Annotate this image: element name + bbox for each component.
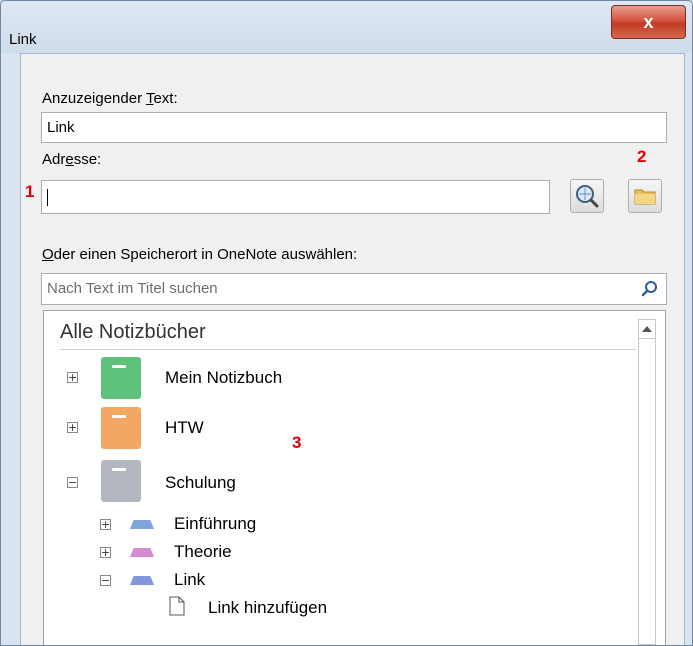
tree-item-label: Mein Notizbuch	[165, 368, 283, 387]
annotation-marker-2: 2	[637, 147, 647, 166]
collapse-icon[interactable]: −	[67, 477, 78, 488]
link-dialog: Link x Anzuzeigender Text: Link Adresse:…	[0, 0, 693, 646]
display-text-label: Anzuzeigender Text:	[42, 90, 178, 107]
notebook-icon	[101, 407, 144, 449]
section-tab-icon	[130, 576, 154, 585]
title-search-input[interactable]: Nach Text im Titel suchen	[41, 273, 667, 305]
notebook-icon	[101, 460, 144, 502]
annotation-marker-1: 1	[25, 182, 35, 201]
folder-icon	[634, 189, 656, 205]
search-icon[interactable]	[641, 280, 659, 298]
notebook-tree[interactable]: Alle Notizbücher + Mein Notizbuch + HTW …	[43, 310, 666, 645]
browse-file-button[interactable]	[628, 179, 662, 213]
tree-item-label: Einführung	[174, 514, 257, 533]
notebook-icon	[101, 357, 144, 399]
tree-item-label: HTW	[165, 418, 204, 437]
window-title: Link	[9, 31, 37, 48]
tree-item-label: Theorie	[174, 542, 232, 561]
arrow-up-icon	[642, 326, 652, 332]
display-text-input[interactable]: Link	[41, 112, 667, 143]
expand-icon[interactable]: +	[100, 519, 111, 530]
tree-heading: Alle Notizbücher	[60, 321, 206, 343]
address-input[interactable]	[41, 180, 550, 214]
expand-icon[interactable]: +	[67, 372, 78, 383]
tree-heading-divider	[60, 349, 636, 350]
expand-icon[interactable]: +	[100, 547, 111, 558]
text-cursor	[47, 188, 48, 206]
location-label: Oder einen Speicherort in OneNote auswäh…	[42, 246, 358, 263]
collapse-icon[interactable]: −	[100, 575, 111, 586]
tree-item-label: Schulung	[165, 473, 236, 492]
address-label: Adresse:	[42, 151, 102, 168]
tree-item-label: Link hinzufügen	[208, 598, 328, 617]
close-button[interactable]: x	[611, 5, 686, 39]
section-tab-icon	[130, 548, 154, 557]
browse-web-icon	[576, 185, 599, 208]
tree-scrollbar[interactable]	[638, 319, 656, 645]
annotation-marker-3: 3	[292, 433, 302, 452]
tree-item-label: Link	[174, 570, 206, 589]
browse-web-button[interactable]	[570, 179, 604, 213]
expand-icon[interactable]: +	[67, 422, 78, 433]
section-tab-icon	[130, 520, 154, 529]
page-icon	[169, 596, 185, 616]
scroll-up-button[interactable]	[639, 320, 655, 339]
title-bar: Link x	[1, 1, 692, 53]
